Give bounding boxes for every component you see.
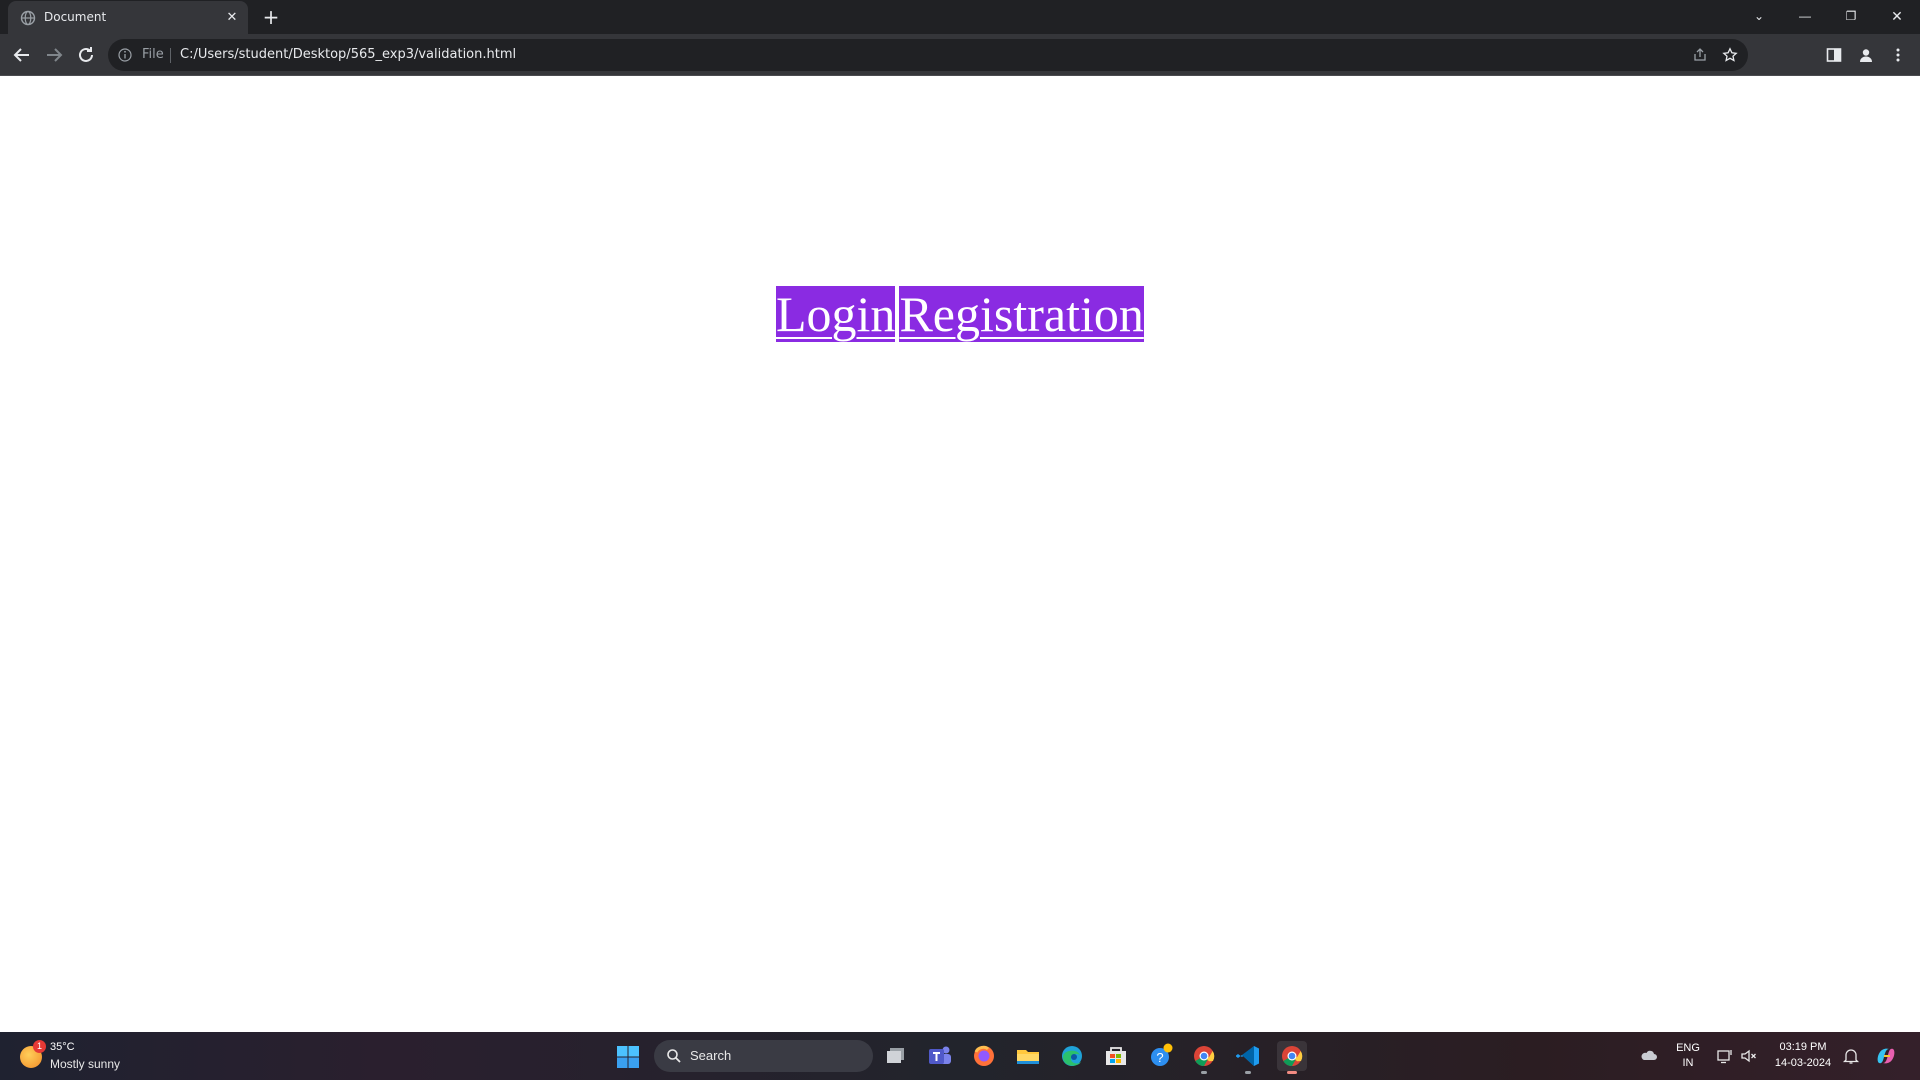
firefox-icon[interactable] [969, 1041, 999, 1071]
help-icon[interactable]: ? [1145, 1041, 1175, 1071]
url-separator [170, 48, 171, 63]
tab-title: Document [44, 10, 107, 24]
browser-toolbar: File C:/Users/student/Desktop/565_exp3/v… [0, 34, 1920, 76]
notification-badge: 1 [33, 1040, 46, 1053]
file-explorer-icon[interactable] [1013, 1041, 1043, 1071]
minimize-button[interactable]: — [1792, 4, 1818, 28]
search-icon [667, 1049, 681, 1063]
address-bar[interactable]: File C:/Users/student/Desktop/565_exp3/v… [108, 39, 1748, 71]
tab-search-chevron-icon[interactable]: ⌄ [1746, 4, 1772, 28]
edge-icon[interactable] [1057, 1041, 1087, 1071]
teams-icon[interactable] [925, 1041, 955, 1071]
copilot-icon[interactable] [1874, 1044, 1898, 1068]
windows-taskbar: 1 35°C Mostly sunny Search ? ENG IN 03:1… [0, 1032, 1920, 1080]
network-icon[interactable] [1716, 1047, 1734, 1065]
search-placeholder: Search [690, 1048, 732, 1063]
back-icon[interactable] [10, 43, 34, 67]
region-label[interactable]: IN [1673, 1057, 1703, 1069]
weather-description: Mostly sunny [50, 1057, 121, 1071]
chrome-icon[interactable] [1189, 1041, 1219, 1074]
globe-icon [20, 10, 36, 26]
tab-close-icon[interactable]: ✕ [224, 9, 240, 25]
share-icon[interactable] [1692, 47, 1708, 63]
url-text[interactable]: C:/Users/student/Desktop/565_exp3/valida… [180, 47, 516, 62]
url-scheme-label: File [142, 47, 164, 62]
forward-icon[interactable] [42, 43, 66, 67]
web-page: Login Registration [0, 77, 1920, 1032]
restore-button[interactable]: ❐ [1838, 4, 1864, 28]
chrome-active-icon[interactable] [1277, 1041, 1307, 1074]
browser-tab-bar: Document ✕ + ⌄ — ❐ ✕ [0, 0, 1920, 34]
nav-links: Login Registration [776, 286, 1144, 342]
windows-start-icon[interactable] [616, 1045, 640, 1069]
close-window-button[interactable]: ✕ [1884, 4, 1910, 28]
volume-muted-icon[interactable] [1740, 1047, 1758, 1065]
info-icon[interactable] [118, 48, 132, 62]
active-indicator [1287, 1071, 1297, 1074]
weather-temperature: 35°C [50, 1041, 75, 1053]
reload-icon[interactable] [74, 43, 98, 67]
microsoft-store-icon[interactable] [1101, 1041, 1131, 1071]
clock-time[interactable]: 03:19 PM [1768, 1041, 1838, 1053]
tab-document[interactable]: Document ✕ [8, 1, 248, 34]
onedrive-icon[interactable] [1640, 1047, 1658, 1065]
taskbar-search[interactable]: Search [654, 1040, 873, 1072]
bookmark-star-icon[interactable] [1722, 47, 1738, 63]
task-view-icon[interactable] [881, 1041, 911, 1071]
side-panel-icon[interactable] [1825, 46, 1843, 64]
clock-date[interactable]: 14-03-2024 [1768, 1057, 1838, 1069]
svg-text:?: ? [1156, 1050, 1163, 1065]
vscode-icon[interactable] [1233, 1041, 1263, 1074]
new-tab-button[interactable]: + [260, 6, 282, 28]
running-indicator [1245, 1071, 1251, 1074]
profile-avatar-icon[interactable] [1857, 46, 1875, 64]
running-indicator [1201, 1071, 1207, 1074]
notification-bell-icon[interactable] [1842, 1047, 1860, 1065]
login-link[interactable]: Login [776, 286, 896, 342]
language-label[interactable]: ENG [1673, 1042, 1703, 1054]
kebab-menu-icon[interactable] [1889, 46, 1907, 64]
registration-link[interactable]: Registration [899, 286, 1144, 342]
